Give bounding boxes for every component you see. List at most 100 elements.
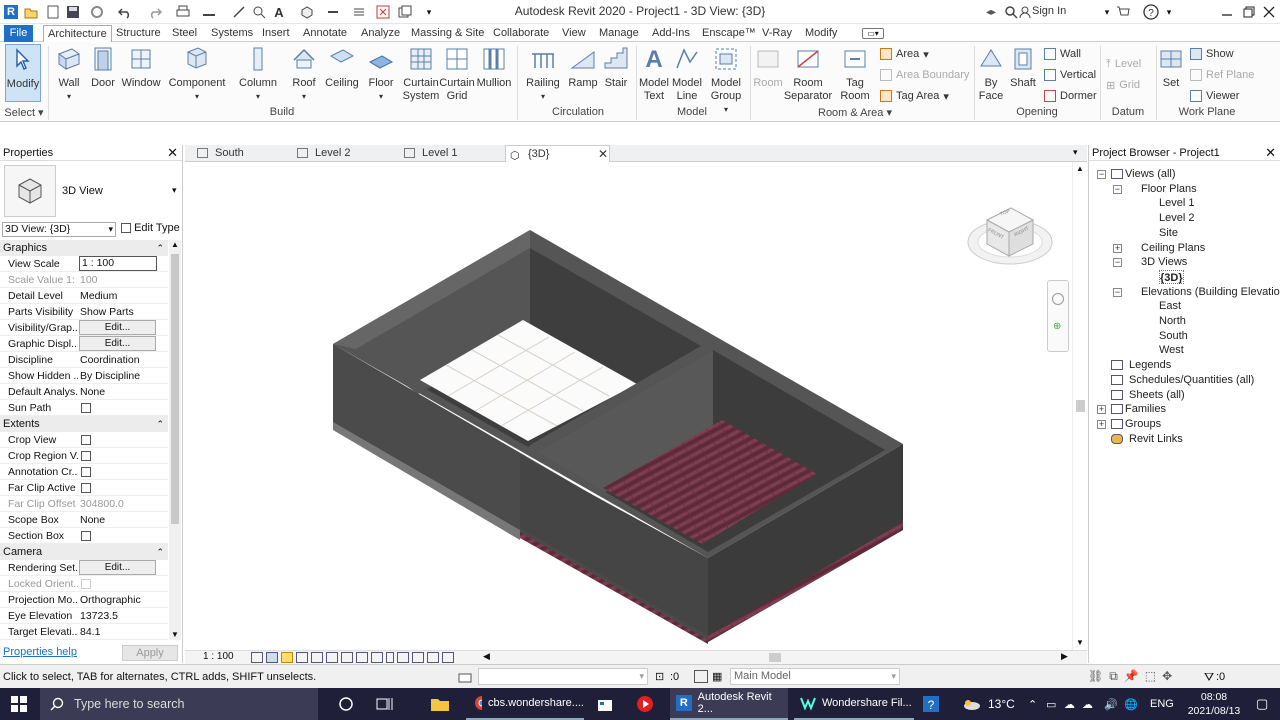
zoom-icon[interactable]: ⊕ [1053,321,1061,332]
close-icon[interactable]: ✕ [1265,145,1276,161]
close-tab-icon[interactable]: ✕ [598,146,608,162]
input-language[interactable]: ENG [1150,688,1174,720]
stair-button[interactable]: Stair [600,44,632,90]
clock[interactable]: 08:08 2021/08/13 [1180,688,1248,720]
tag-area-button[interactable]: Tag Area ▾ [880,88,949,104]
properties-scrollbar[interactable]: ▲ ▼ [169,240,181,640]
design-options-icon[interactable] [694,670,708,683]
browser-node[interactable]: Level 2 [1159,211,1194,225]
scroll-up-icon[interactable]: ▲ [171,240,179,249]
tab-add-ins[interactable]: Add-Ins [648,25,694,42]
tab-collaborate[interactable]: Collaborate [489,25,553,42]
model-line-button[interactable]: Model Line [672,44,702,103]
room-button[interactable]: Room [752,44,784,90]
cortana-icon[interactable] [338,688,354,720]
component-button[interactable]: Component ▾ [166,44,228,103]
view-scale-input[interactable]: 1 : 100 [79,256,157,271]
browser-node[interactable]: Views (all) [1125,167,1176,181]
browser-node[interactable]: East [1159,299,1181,313]
browser-node[interactable]: South [1159,329,1188,343]
room-area-group-label[interactable]: Room & Area ▾ [790,106,920,119]
minimize-icon[interactable] [1218,3,1236,21]
hscroll-thumb[interactable] [769,653,781,662]
collapse-icon[interactable]: − [1113,258,1122,268]
ribbon-minimize-icon[interactable]: ▭▾ [862,28,884,39]
sun-path-checkbox[interactable] [81,403,91,413]
hscroll-right-icon[interactable]: ▶ [1061,651,1068,662]
prop-row[interactable]: Default Analys... None [0,384,168,400]
help-icon[interactable]: ? [1142,3,1160,21]
properties-help-link[interactable]: Properties help [3,646,77,658]
ceiling-button[interactable]: Ceiling [322,44,362,90]
browser-node[interactable]: Floor Plans [1141,182,1197,196]
tab-insert[interactable]: Insert [258,25,294,42]
viewport-vscroll[interactable]: ▲ ▼ [1072,162,1087,650]
vertical-opening-button[interactable]: Vertical [1044,67,1096,83]
help-app-icon[interactable]: ? [922,688,940,720]
browser-node[interactable]: Site [1159,226,1178,240]
restore-icon[interactable] [1240,3,1258,21]
tag-room-button[interactable]: Tag Room [838,44,872,103]
close-icon[interactable]: ✕ [167,145,178,161]
room-separator-button[interactable]: Room Separator [784,44,832,103]
browser-node[interactable]: West [1159,343,1184,357]
railing-button[interactable]: Railing ▾ [524,44,562,103]
tab-level-1[interactable]: Level 1 [400,145,500,162]
network-icon[interactable]: ▭ [1046,688,1056,720]
tab-massing-site[interactable]: Massing & Site [407,25,488,42]
selection-toggles[interactable]: ⛓ ⧉ 📌 ⬚ ✥ [1088,669,1172,684]
weather-icon[interactable] [962,688,982,720]
sign-in-link[interactable]: Sign In [1032,5,1066,17]
cart-icon[interactable] [1114,3,1132,21]
viewcube[interactable]: TOP FRONT RIGHT [967,202,1057,270]
area-button[interactable]: Area ▾ [880,46,929,62]
building-model[interactable] [185,162,1072,650]
browser-node[interactable]: Ceiling Plans [1141,241,1205,255]
tab-vray[interactable]: V-Ray [758,25,796,42]
navigation-bar[interactable]: ⊕ [1047,280,1069,352]
collapse-icon[interactable]: − [1113,184,1122,194]
collapse-icon[interactable]: − [1113,287,1122,297]
expand-icon[interactable]: + [1113,243,1122,253]
task-view-icon[interactable] [376,688,394,720]
exclude-options-icon[interactable]: ▦ [712,670,722,683]
browser-node[interactable]: {3D} [1159,269,1184,284]
model-text-button[interactable]: A Model Text [638,44,670,103]
area-boundary-button[interactable]: Area Boundary [880,67,969,83]
browser-node[interactable]: Groups [1125,417,1161,431]
annotation-crop-checkbox[interactable] [81,467,91,477]
prop-row[interactable]: Target Elevati... 84.1 [0,624,168,640]
3d-viewport[interactable]: TOP FRONT RIGHT ⊕ ▲ ▼ [185,162,1087,650]
window-button[interactable]: Window [120,44,162,90]
tab-systems[interactable]: Systems [207,25,257,42]
tab-annotate[interactable]: Annotate [299,25,351,42]
scrollbar-thumb[interactable] [171,254,179,524]
hscroll-left-icon[interactable]: ◀ [483,651,490,662]
filter-icon[interactable]: ⛛ [1204,670,1214,685]
browser-node[interactable]: 3D Views [1141,255,1187,269]
instance-selector[interactable]: 3D View: {3D} ▾ [2,222,116,237]
ramp-button[interactable]: Ramp [566,44,600,90]
shaft-button[interactable]: Shaft [1008,44,1038,90]
mullion-button[interactable]: Mullion [476,44,512,90]
floor-button[interactable]: Floor ▾ [364,44,398,103]
taskbar-app-revit[interactable]: R Autodesk Revit 2... [670,688,788,720]
edit-type-button[interactable]: Edit Type [121,222,180,234]
prop-row[interactable]: Parts Visibility Show Parts [0,304,168,320]
tab-south[interactable]: South [193,145,288,162]
expand-icon[interactable]: + [1097,405,1106,415]
far-clip-active-checkbox[interactable] [81,483,91,493]
tab-level-2[interactable]: Level 2 [293,145,393,162]
tab-steel[interactable]: Steel [168,25,201,42]
type-selector-dropdown-icon[interactable]: ▾ [172,185,177,196]
prop-row[interactable]: Eye Elevation 13723.5 [0,608,168,624]
tab-structure[interactable]: Structure [112,25,165,42]
windows-start-icon[interactable] [10,688,28,720]
door-button[interactable]: Door [88,44,118,90]
ref-plane-button[interactable]: Ref Plane [1190,67,1254,83]
category-extents[interactable]: Extents ⌃ [0,416,168,432]
view-scale[interactable]: 1 : 100 [203,651,234,662]
browser-node[interactable]: North [1159,314,1186,328]
taskbar-search[interactable]: Type here to search [40,688,318,720]
design-option-select[interactable]: Main Model ▾ [730,668,900,685]
